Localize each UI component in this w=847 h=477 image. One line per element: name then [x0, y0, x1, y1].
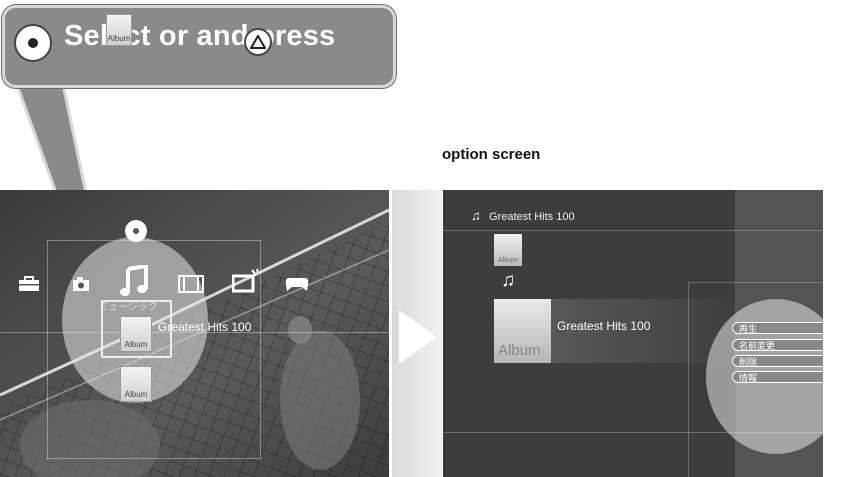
menu-item-info[interactable]: 情報 [732, 371, 823, 383]
xmb-guide-line [47, 458, 261, 459]
film-icon[interactable] [178, 274, 204, 294]
callout-text: Select or and press [64, 20, 336, 52]
xmb-category-bar [14, 265, 314, 300]
option-album-title: Greatest Hits 100 [557, 319, 651, 333]
option-footer-line [443, 432, 823, 433]
toolbox-icon[interactable] [18, 276, 40, 292]
selected-album-thumbnail[interactable]: Album [120, 316, 152, 352]
option-path-title: Greatest Hits 100 [489, 211, 575, 223]
tv-icon[interactable] [232, 268, 260, 294]
music-note-icon[interactable] [119, 265, 149, 297]
gamepad-icon[interactable] [285, 276, 309, 292]
music-note-icon: ♫ [471, 208, 481, 223]
menu-item-rename[interactable]: 名前変更 [732, 339, 823, 351]
album-thumbnail-large: Album [494, 299, 551, 363]
selected-album-title: Greatest Hits 100 [158, 320, 252, 334]
option-screen: ♫ Greatest Hits 100 Album ♫ Album Greate… [443, 190, 823, 477]
next-album-thumbnail[interactable]: Album [120, 366, 152, 402]
menu-item-delete[interactable]: 削除 [732, 355, 823, 367]
circle-button-icon [14, 24, 52, 62]
triangle-button-icon [244, 28, 272, 56]
album-thumbnail-small: Album [494, 234, 522, 266]
album-thumbnail-icon: Album [106, 14, 132, 46]
camera-icon[interactable] [72, 276, 90, 292]
disc-icon [125, 220, 147, 242]
option-screen-label: option screen [442, 146, 541, 163]
music-note-icon: ♫ [501, 270, 516, 291]
menu-item-play[interactable]: 再生 [732, 322, 823, 334]
arrow-right-icon [399, 310, 437, 364]
